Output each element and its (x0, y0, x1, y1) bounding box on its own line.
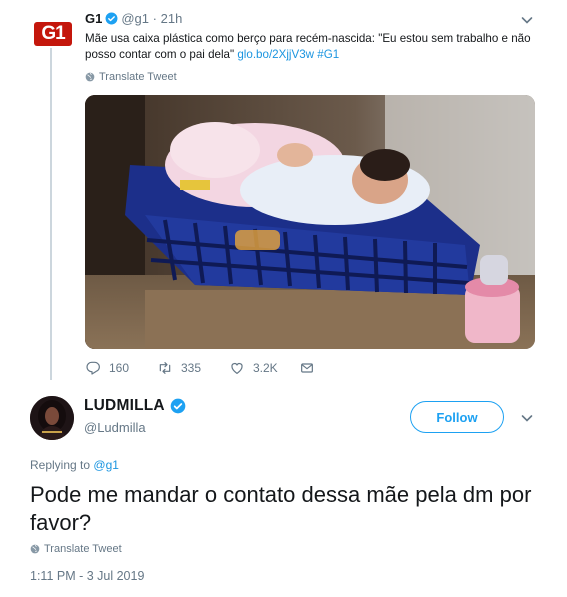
verified-badge-icon (105, 12, 118, 25)
tweet-hashtag[interactable]: #G1 (317, 48, 339, 61)
author-handle[interactable]: @g1 (121, 11, 149, 26)
globe-icon (30, 544, 40, 554)
tweet-link[interactable]: glo.bo/2XjjV3w (237, 48, 314, 61)
retweet-action[interactable]: 335 (157, 360, 229, 376)
replying-mention[interactable]: @g1 (93, 458, 119, 472)
chevron-down-icon[interactable] (519, 12, 535, 28)
reply-timestamp[interactable]: 1:11 PM - 3 Jul 2019 (30, 569, 144, 583)
separator-dot: · (152, 11, 157, 26)
direct-message-action[interactable] (299, 360, 315, 376)
photo-illustration (85, 95, 535, 349)
translate-tweet-link[interactable]: Translate Tweet (85, 71, 177, 83)
reply-author-name-text: LUDMILLA (84, 397, 165, 414)
translate-label: Translate Tweet (99, 71, 177, 83)
tweet-text: Mãe usa caixa plástica como berço para r… (85, 31, 545, 63)
reply-author-handle[interactable]: @Ludmilla (84, 420, 146, 435)
translate-label: Translate Tweet (44, 543, 122, 555)
tweet-photo-newborn-in-plastic-crate[interactable] (85, 95, 535, 349)
g1-avatar-logo[interactable]: G1 (34, 22, 72, 46)
verified-badge-icon (170, 398, 186, 414)
follow-button[interactable]: Follow (410, 401, 504, 433)
direct-message-icon (301, 363, 313, 373)
reply-icon (86, 361, 100, 375)
ludmilla-avatar[interactable] (30, 396, 74, 440)
reply-count: 160 (109, 361, 130, 375)
like-action[interactable]: 3.2K (229, 360, 299, 376)
reply-action[interactable]: 160 (85, 360, 157, 376)
retweet-icon (159, 362, 171, 374)
reply-text: Pode me mandar o contato dessa mãe pela … (30, 482, 532, 535)
like-icon (231, 362, 243, 374)
replying-prefix: Replying to (30, 458, 91, 472)
tweet-actions: 160 335 3.2K (85, 360, 315, 376)
tweet-time[interactable]: 21h (161, 11, 183, 26)
thread-line (50, 48, 52, 380)
retweet-count: 335 (181, 361, 202, 375)
reply-author-name[interactable]: LUDMILLA (84, 397, 189, 415)
tweet-header: G1 @g1 · 21h (85, 11, 182, 26)
like-count: 3.2K (253, 361, 278, 375)
chevron-down-icon[interactable] (519, 410, 535, 426)
replying-to: Replying to @g1 (30, 458, 119, 472)
avatar-image (30, 396, 74, 440)
author-name[interactable]: G1 (85, 11, 102, 26)
quoted-tweet: G1 G1 @g1 · 21h Mãe usa caixa plástica co… (0, 0, 567, 390)
globe-icon (85, 72, 95, 82)
translate-tweet-link[interactable]: Translate Tweet (30, 543, 122, 555)
